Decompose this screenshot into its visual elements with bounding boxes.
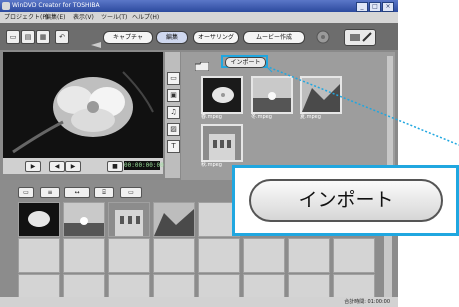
storyboard-clip[interactable] (63, 202, 105, 237)
minimize-button[interactable]: _ (356, 2, 368, 12)
library-item-label: 夏.mpeg (300, 114, 321, 120)
split-button[interactable]: ⌸ (94, 187, 114, 198)
empty-clip-slot[interactable] (288, 238, 330, 273)
save-project-button[interactable]: ▦ (36, 30, 50, 44)
storyboard-clip[interactable] (153, 202, 195, 237)
flower-preview-image (3, 52, 163, 158)
open-project-button[interactable]: ▤ (21, 30, 35, 44)
sunset-thumbnail (251, 76, 293, 114)
empty-clip-slot[interactable] (153, 238, 195, 273)
import-button-zoomed: インポート (249, 179, 443, 222)
media-library: 春.mpeg 冬.mpeg 夏.mpeg 秋.mpeg (181, 52, 395, 180)
effect-category-icon[interactable]: ▨ (167, 123, 180, 136)
app-window: WinDVD Creator for TOSHIBA _ □ × プロジェクト(… (0, 0, 398, 307)
cliff-thumbnail (300, 76, 342, 114)
maximize-button[interactable]: □ (369, 2, 381, 12)
empty-clip-slot[interactable] (108, 274, 150, 298)
empty-clip-slot[interactable] (153, 274, 195, 298)
empty-clip-slot[interactable] (288, 274, 330, 298)
storyboard-view-button[interactable]: ▭ (18, 187, 34, 198)
empty-clip-slot[interactable] (18, 274, 60, 298)
menu-tools[interactable]: ツール(T) (101, 12, 127, 23)
flower-thumbnail (201, 76, 243, 114)
title-category-icon[interactable]: T (167, 140, 180, 153)
menu-view[interactable]: 表示(V) (73, 12, 94, 23)
library-item[interactable]: 冬.mpeg (251, 76, 293, 120)
settings-button[interactable] (344, 29, 376, 46)
next-frame-button[interactable]: ▶ (65, 161, 81, 172)
building-thumbnail (201, 124, 243, 162)
tab-make-movie[interactable]: ムービー作成 (243, 31, 305, 44)
empty-clip-slot[interactable] (108, 238, 150, 273)
play-button[interactable]: ▶ (25, 161, 41, 172)
storyboard-toolbar: ▭ ≡ ↔ ⌸ ▭ (12, 184, 172, 198)
disc-icon[interactable] (316, 29, 330, 44)
folder-icon[interactable] (194, 56, 210, 72)
menu-bar: プロジェクト(P) 編集(E) 表示(V) ツール(T) ヘルプ(H) (0, 12, 398, 23)
menu-project[interactable]: プロジェクト(P) (4, 12, 48, 23)
title-bar: WinDVD Creator for TOSHIBA _ □ × (0, 0, 398, 12)
image-category-icon[interactable]: ▣ (167, 89, 180, 102)
library-item[interactable]: 春.mpeg (201, 76, 243, 120)
tab-edit[interactable]: 編集 (156, 31, 188, 44)
empty-clip-slot[interactable] (333, 274, 375, 298)
callout-zoom-box: インポート (232, 165, 459, 236)
zoom-button[interactable]: ↔ (64, 187, 90, 198)
trim-button[interactable]: ▭ (120, 187, 142, 198)
import-button[interactable]: インポート (225, 57, 266, 68)
app-icon (2, 2, 10, 10)
empty-clip-slot[interactable] (18, 238, 60, 273)
tab-capture[interactable]: キャプチャ (103, 31, 153, 44)
timeline-view-button[interactable]: ≡ (40, 187, 60, 198)
library-scrollbar[interactable] (387, 56, 393, 176)
toolbar: ▭ ▤ ▦ ↶ キャプチャ 編集 オーサリング ムービー作成 (0, 23, 398, 50)
undo-button[interactable]: ↶ (55, 30, 69, 44)
close-button[interactable]: × (382, 2, 394, 12)
library-item-label: 春.mpeg (201, 114, 222, 120)
storyboard-clip[interactable] (108, 202, 150, 237)
new-project-button[interactable]: ▭ (6, 30, 20, 44)
library-item[interactable]: 夏.mpeg (300, 76, 342, 120)
total-time-label: 合計時間: 01:00:00 (344, 299, 390, 305)
music-category-icon[interactable]: ♫ (167, 106, 180, 119)
status-bar: 合計時間: 01:00:00 (0, 297, 398, 307)
stop-button[interactable]: ■ (107, 161, 123, 172)
prev-frame-button[interactable]: ◀ (49, 161, 65, 172)
empty-clip-slot[interactable] (243, 238, 285, 273)
menu-help[interactable]: ヘルプ(H) (132, 12, 159, 23)
window-title: WinDVD Creator for TOSHIBA (12, 2, 100, 9)
library-category-bar: ▭ ▣ ♫ ▨ T (165, 52, 180, 178)
video-preview (3, 52, 163, 158)
empty-clip-slot[interactable] (198, 274, 240, 298)
menu-edit[interactable]: 編集(E) (45, 12, 65, 23)
library-item[interactable]: 秋.mpeg (201, 124, 243, 168)
timecode-display: 00:00:00:00 (124, 161, 164, 170)
empty-clip-slot[interactable] (63, 238, 105, 273)
empty-clip-slot[interactable] (243, 274, 285, 298)
empty-clip-slot[interactable] (333, 238, 375, 273)
preview-controls: ▶ ◀ ▶ ■ 00:00:00:00 (3, 158, 164, 174)
video-category-icon[interactable]: ▭ (167, 72, 180, 85)
library-item-label: 冬.mpeg (251, 114, 272, 120)
empty-clip-slot[interactable] (198, 238, 240, 273)
storyboard-clip[interactable] (18, 202, 60, 237)
arrow-icon (91, 33, 101, 48)
tab-authoring[interactable]: オーサリング (193, 31, 239, 44)
empty-clip-slot[interactable] (63, 274, 105, 298)
